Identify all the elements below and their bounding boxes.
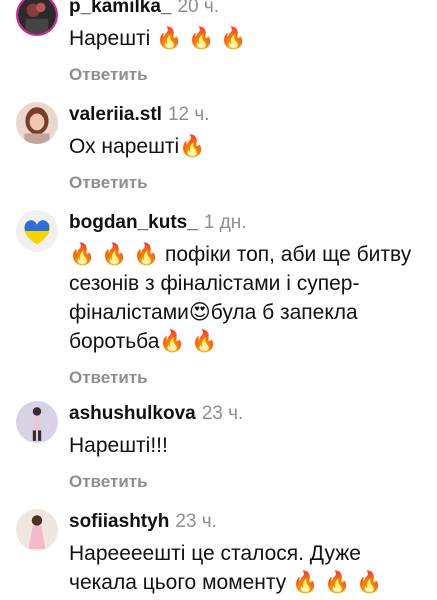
avatar[interactable] (16, 401, 58, 443)
comment-meta: valeriia.stl 12 ч. (69, 102, 423, 128)
comment-meta: bogdan_kuts_ 1 дн. (69, 210, 423, 236)
user-avatar-image (16, 401, 58, 443)
avatar[interactable] (16, 509, 58, 551)
comment-text: 🔥 🔥 🔥 пофіки топ, аби ще битву сезонів з… (69, 243, 412, 353)
reply-button[interactable]: Ответить (69, 63, 423, 87)
comment-time: 12 ч. (167, 104, 210, 125)
comment-meta: p_kamilka_ 20 ч. (69, 0, 423, 20)
comment-time: 23 ч. (201, 403, 244, 424)
username-link[interactable]: bogdan_kuts_ (69, 212, 198, 233)
comment-time: 23 ч. (175, 511, 217, 532)
avatar[interactable] (16, 210, 58, 252)
comment-text: Нарешті 🔥 🔥 🔥 (69, 27, 247, 50)
comment-text: Нареееешті це сталося. Дуже чекала цього… (69, 542, 383, 594)
username-link[interactable]: ashushulkova (69, 403, 196, 424)
comment-meta: sofiiashtyh 23 ч. (69, 509, 423, 535)
comment-text: Нарешті!!! (69, 434, 168, 457)
username-link[interactable]: valeriia.stl (69, 104, 162, 125)
user-avatar-image (16, 102, 58, 144)
comment-time: 20 ч. (177, 0, 220, 17)
user-avatar-image (16, 509, 58, 551)
reply-button[interactable]: Ответить (69, 470, 423, 494)
comment-text: Ох нарешті🔥 (69, 135, 206, 158)
comment-meta: ashushulkova 23 ч. (69, 401, 423, 427)
ukraine-heart-avatar-image (16, 210, 58, 252)
comment-time: 1 дн. (203, 212, 247, 233)
avatar[interactable] (16, 0, 58, 36)
username-link[interactable]: p_kamilka_ (69, 0, 171, 17)
user-avatar-image (18, 0, 56, 34)
username-link[interactable]: sofiiashtyh (69, 511, 169, 532)
reply-button[interactable]: Ответить (69, 171, 423, 195)
avatar[interactable] (16, 102, 58, 144)
reply-button[interactable]: Ответить (69, 366, 423, 390)
